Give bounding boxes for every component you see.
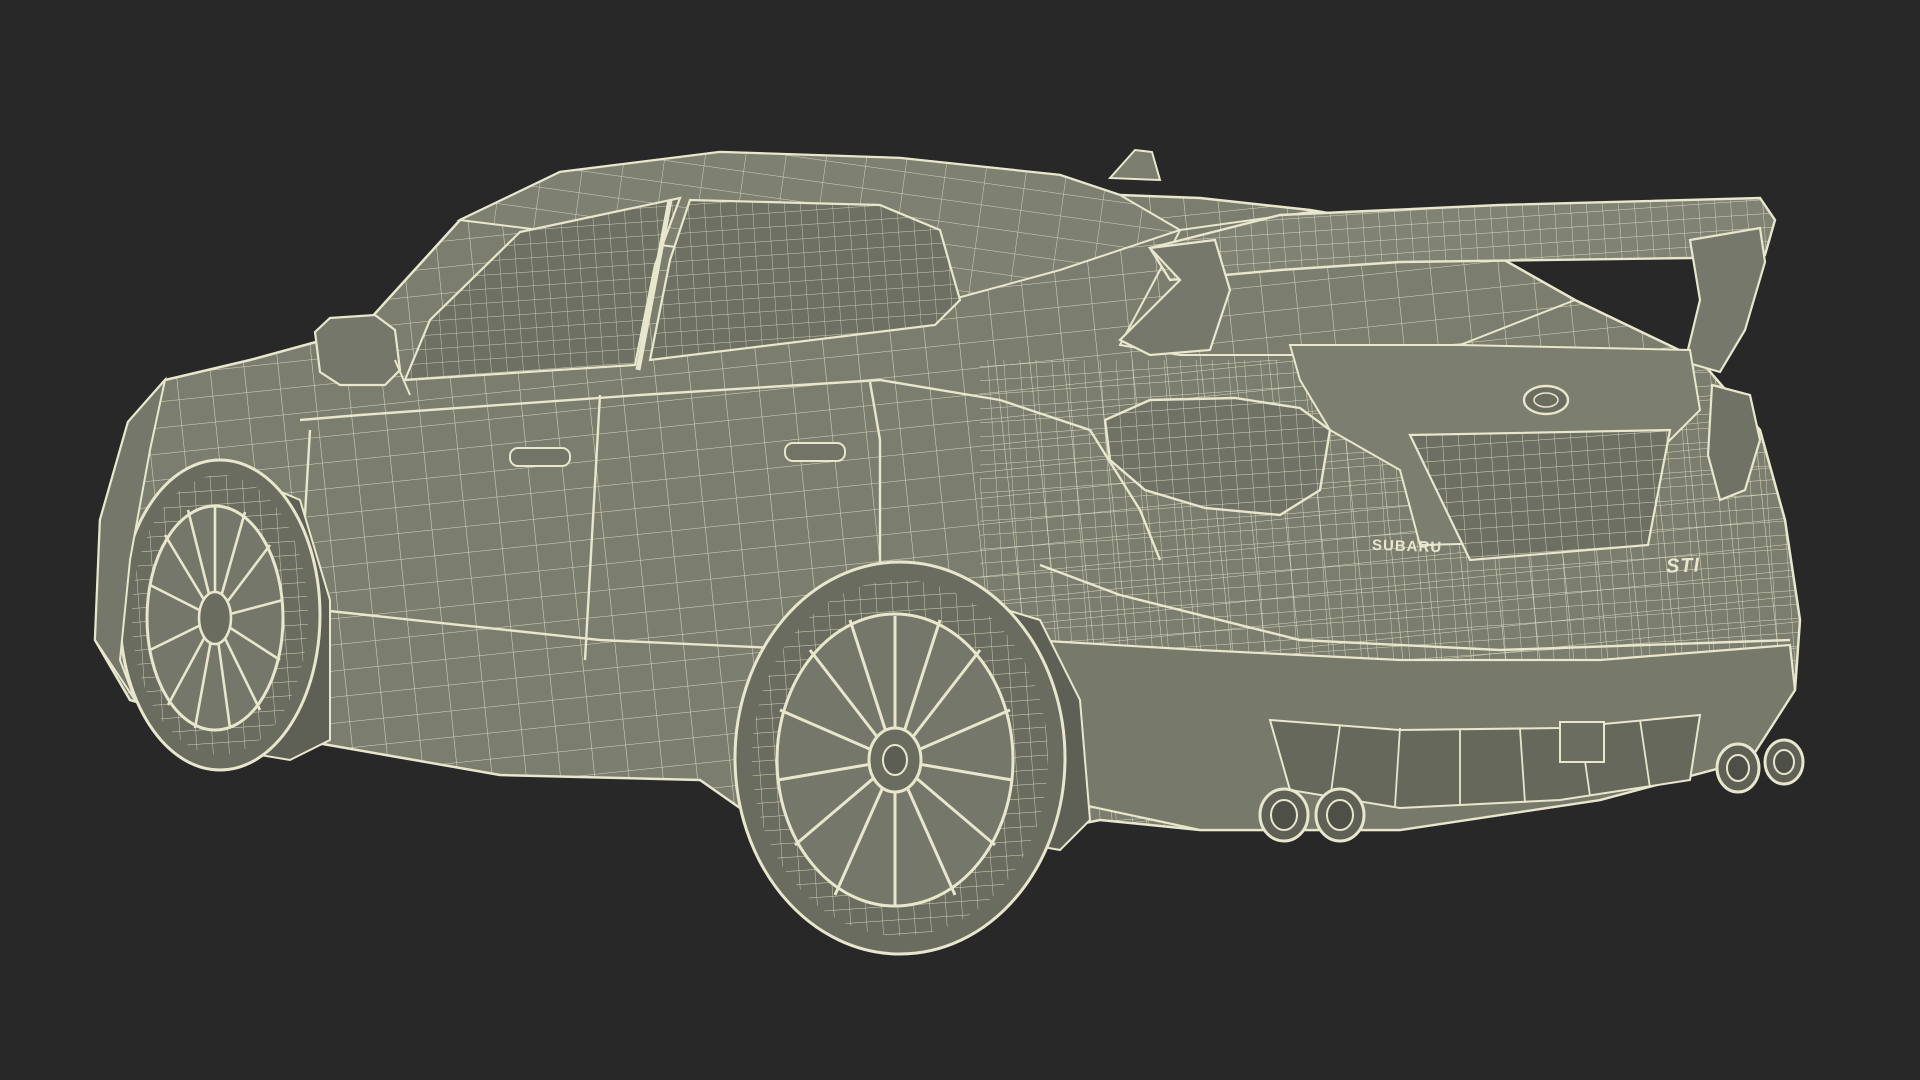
- exhaust-tip: [1773, 749, 1795, 775]
- exhaust-tip: [1326, 799, 1354, 831]
- front-wheel: [118, 458, 322, 772]
- front-hub: [197, 590, 233, 646]
- front-door-handle: [509, 447, 571, 467]
- roof-antenna: [1107, 148, 1162, 182]
- spoiler-right-upright: [1683, 226, 1767, 374]
- rear-door-handle: [784, 442, 846, 462]
- car-wireframe-render: [93, 148, 1805, 956]
- brand-emblem: [1522, 384, 1570, 416]
- subaru-badge: SUBARU: [1371, 536, 1443, 557]
- rear-fog-light: [1559, 721, 1605, 763]
- exhaust-tip: [1726, 754, 1750, 782]
- right-exhaust-pair: [1715, 738, 1805, 794]
- exhaust-tip: [1270, 799, 1298, 831]
- rear-hub-cap: [882, 744, 908, 776]
- rear-wheel: [733, 560, 1067, 956]
- sti-badge: STI: [1665, 554, 1701, 578]
- side-mirror: [313, 313, 402, 387]
- render-viewport: SUBARU STI: [0, 0, 1920, 1080]
